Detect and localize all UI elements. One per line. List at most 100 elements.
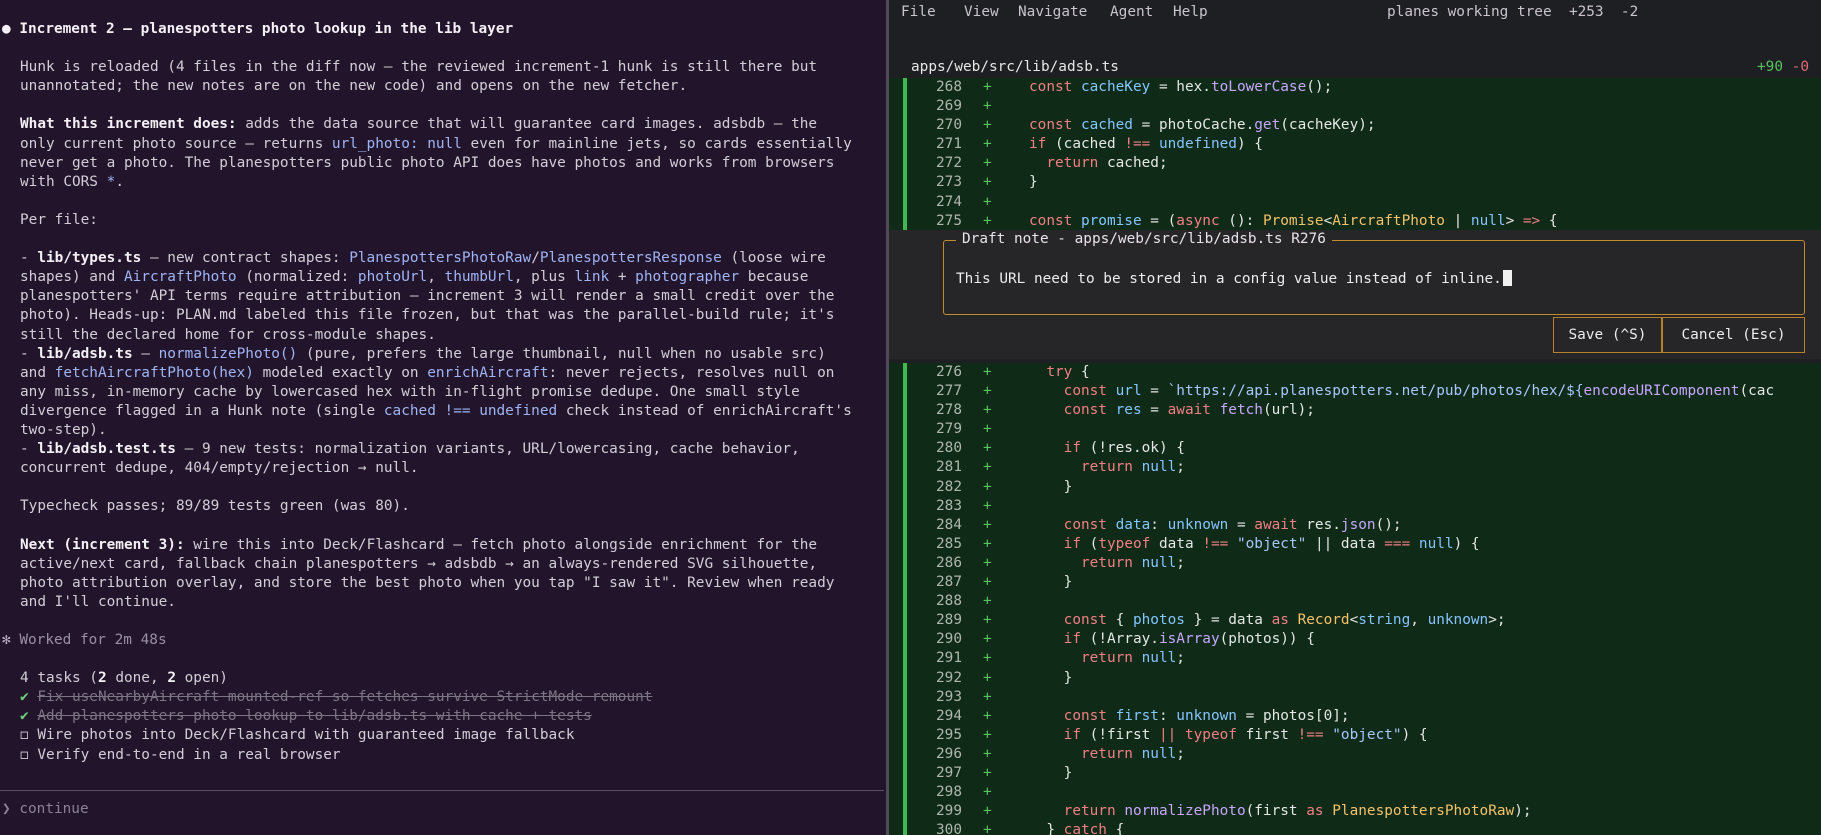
added-line-marker: + — [983, 212, 992, 229]
prompt-input[interactable]: ❯ continue — [2, 800, 89, 819]
code-line[interactable]: 286 + return null; — [889, 554, 1821, 573]
code-line[interactable]: 281 + return null; — [889, 458, 1821, 477]
text-span: / — [531, 250, 540, 267]
code-line[interactable]: 291 + return null; — [889, 649, 1821, 668]
text-span: AircraftPhoto — [123, 269, 237, 286]
draft-note-editor[interactable]: Draft note - apps/web/src/lib/adsb.ts R2… — [943, 231, 1805, 315]
code-text: const res = await fetch(url); — [1029, 401, 1315, 420]
menu-navigate[interactable]: Navigate — [1018, 0, 1087, 24]
text-span: PlanespottersPhotoRaw — [1332, 803, 1515, 820]
text-span: shapes) and — [20, 269, 124, 286]
text-span: only current photo source — returns — [20, 135, 332, 152]
file-path[interactable]: apps/web/src/lib/adsb.ts — [911, 58, 1119, 77]
text-span: cached; — [1106, 155, 1168, 172]
text-span: catch — [1063, 822, 1116, 835]
code-line[interactable]: 273 +} — [889, 173, 1821, 192]
text-span: undefined — [1158, 136, 1237, 153]
code-line[interactable]: 290 + if (!Array.isArray(photos)) { — [889, 630, 1821, 649]
line-number: 277 — [936, 383, 962, 400]
text-span: return — [1029, 745, 1142, 762]
code-line[interactable]: 278 + const res = await fetch(url); — [889, 401, 1821, 420]
code-line[interactable]: 279 + — [889, 420, 1821, 439]
code-line[interactable]: 283 + — [889, 497, 1821, 516]
added-line-marker: + — [983, 98, 992, 115]
line-number: 299 — [936, 803, 962, 820]
text-span: : — [1150, 516, 1168, 533]
code-line[interactable]: 271 + if (cached !== undefined) { — [889, 135, 1821, 154]
transcript-line: - lib/adsb.ts — normalizePhoto() (pure, … — [0, 345, 886, 364]
text-span: url — [1115, 383, 1142, 400]
code-line[interactable]: 268 + const cacheKey = hex.toLowerCase(); — [889, 78, 1821, 97]
text-span: } — [1029, 669, 1073, 686]
code-line[interactable]: 299 + return normalizePhoto(first as Plan… — [889, 802, 1821, 821]
text-span: return — [1029, 650, 1142, 667]
transcript-line: divergence flagged in a Hunk note (singl… — [0, 402, 886, 421]
code-line[interactable]: 293 + — [889, 688, 1821, 707]
line-number: 295 — [936, 726, 962, 743]
text-span: any miss, in-memory cache by lowercased … — [20, 383, 800, 400]
transcript-line — [0, 39, 886, 58]
transcript-line — [0, 96, 886, 115]
added-line-marker: + — [983, 784, 992, 801]
menu-help[interactable]: Help — [1173, 0, 1208, 24]
line-number: 285 — [936, 535, 962, 552]
text-span: — 9 new tests: normalization variants, U… — [175, 441, 800, 458]
text-span: Hunk is reloaded (4 files in the diff no… — [20, 59, 818, 76]
text-span: ✔ — [20, 689, 38, 706]
code-line[interactable]: 272 + return cached; — [889, 154, 1821, 173]
text-span: first — [1115, 707, 1159, 724]
code-line[interactable]: 288 + — [889, 592, 1821, 611]
code-line[interactable]: 300 + } catch { — [889, 821, 1821, 835]
cancel-button[interactable]: Cancel (Esc) — [1662, 317, 1805, 353]
added-line-marker: + — [983, 764, 992, 781]
text-span: (!first — [1089, 726, 1159, 743]
code-line[interactable]: 289 + const { photos } = data as Record<s… — [889, 611, 1821, 630]
code-line[interactable]: 292 + } — [889, 669, 1821, 688]
text-span: photographer — [635, 269, 740, 286]
code-line[interactable]: 295 + if (!first || typeof first !== "obj… — [889, 726, 1821, 745]
line-number: 279 — [936, 421, 962, 438]
response-heading: ● Increment 2 — planespotters photo look… — [0, 20, 886, 39]
code-line[interactable]: 276 + try { — [889, 363, 1821, 382]
code-line[interactable]: 282 + } — [889, 478, 1821, 497]
line-number: 282 — [936, 478, 962, 495]
code-line[interactable]: 297 + } — [889, 764, 1821, 783]
window-title: planes working tree +253 -2 — [1387, 4, 1639, 20]
code-line[interactable]: 294 + const first: unknown = photos[0]; — [889, 707, 1821, 726]
prompt-separator — [0, 790, 884, 791]
transcript-line: photo). Heads-up: PLAN.md labeled this f… — [0, 306, 886, 325]
line-number: 297 — [936, 764, 962, 781]
text-span: - — [20, 345, 38, 362]
text-span: const — [1029, 117, 1081, 134]
code-line[interactable]: 274 + — [889, 193, 1821, 212]
text-span: => — [1522, 212, 1549, 229]
code-line[interactable]: 298 + — [889, 783, 1821, 802]
code-line[interactable]: 275 + const promise = (async (): Promise<A… — [889, 212, 1821, 231]
text-span: first — [1245, 726, 1298, 743]
transcript-line: with CORS *. — [0, 173, 886, 192]
code-line[interactable]: 277 + const url = `https://api.planespott… — [889, 382, 1821, 401]
code-line[interactable]: 287 + } — [889, 573, 1821, 592]
draft-note-text[interactable]: This URL need to be stored in a config v… — [956, 270, 1512, 287]
code-line[interactable]: 285 + if (typeof data !== "object" || dat… — [889, 535, 1821, 554]
text-span: because — [739, 269, 809, 286]
text-span: ) { — [1236, 136, 1263, 153]
code-line[interactable]: 280 + if (!res.ok) { — [889, 439, 1821, 458]
menu-agent[interactable]: Agent — [1110, 0, 1153, 24]
added-line-marker: + — [983, 79, 992, 95]
code-line[interactable]: 284 + const data: unknown = await res.jso… — [889, 516, 1821, 535]
text-span: !== — [1124, 136, 1159, 153]
code-line[interactable]: 296 + return null; — [889, 745, 1821, 764]
code-line[interactable]: 270 + const cached = photoCache.get(cacheK… — [889, 116, 1821, 135]
save-button[interactable]: Save (^S) — [1553, 317, 1662, 353]
menu-file[interactable]: File — [901, 0, 936, 24]
draft-note-title: Draft note - apps/web/src/lib/adsb.ts R2… — [956, 231, 1332, 247]
text-span: photos — [1132, 612, 1185, 629]
text-span: Add planespotters photo lookup to lib/ad… — [37, 708, 592, 725]
code-text: } — [1029, 173, 1038, 192]
text-span: lib/adsb.test.ts — [37, 441, 176, 458]
code-line[interactable]: 269 + — [889, 97, 1821, 116]
text-span: ◻ Verify end-to-end in a real browser — [20, 746, 341, 763]
menu-view[interactable]: View — [964, 0, 999, 24]
line-number: 291 — [936, 650, 962, 667]
